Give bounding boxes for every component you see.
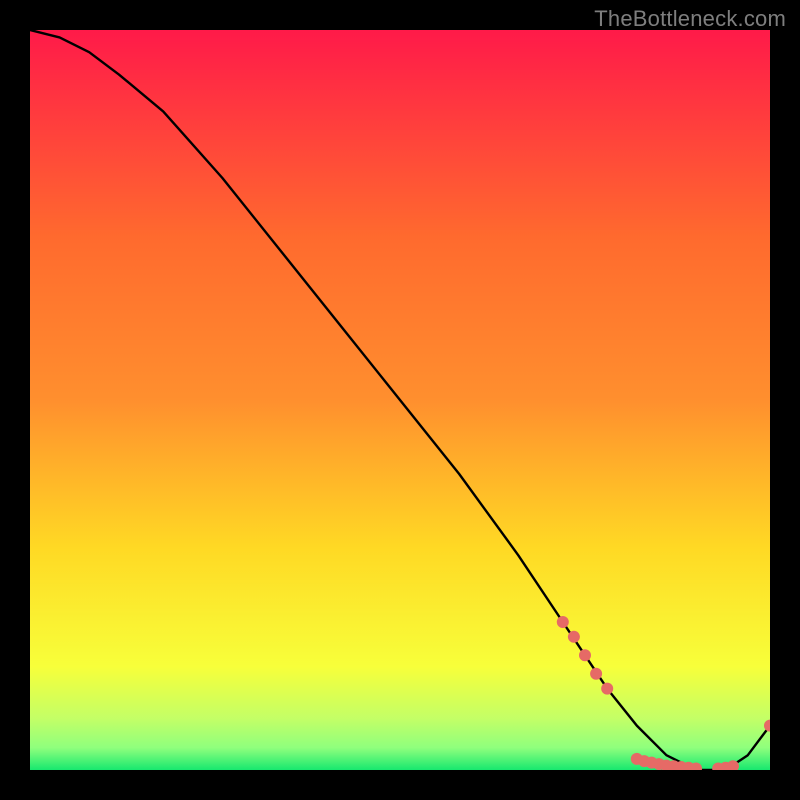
data-point-marker — [590, 668, 602, 680]
watermark-text: TheBottleneck.com — [594, 6, 786, 32]
data-point-marker — [557, 616, 569, 628]
chart-frame: TheBottleneck.com — [0, 0, 800, 800]
data-point-marker — [579, 649, 591, 661]
data-point-marker — [568, 631, 580, 643]
chart-svg — [30, 30, 770, 770]
plot-area — [30, 30, 770, 770]
data-point-marker — [601, 683, 613, 695]
